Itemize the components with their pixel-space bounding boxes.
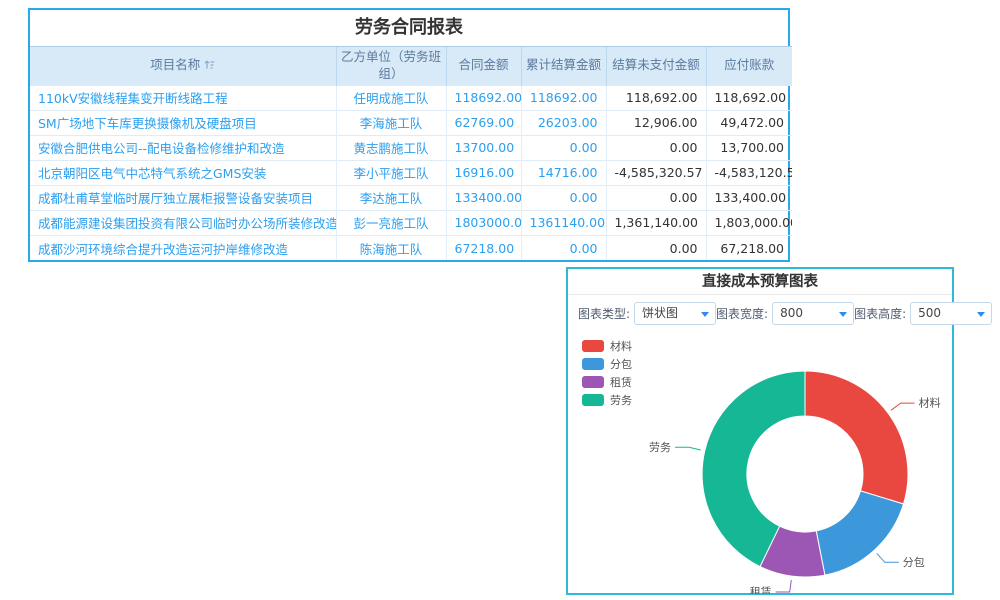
report-table: 项目名称 乙方单位（劳务班组） 合同金额 累计结算金额 结算未支付金额 应付账款… xyxy=(30,46,792,260)
team-cell: 任明成施工队 xyxy=(336,85,446,110)
column-header-contract-amount: 合同金额 xyxy=(446,47,521,86)
payable-cell: 118,692.00 xyxy=(706,85,792,110)
sort-icon[interactable] xyxy=(204,58,215,75)
table-row[interactable]: 成都杜甫草堂临时展厅独立展柜报警设备安装项目李达施工队133400.000.00… xyxy=(30,185,792,210)
team-cell: 李海施工队 xyxy=(336,110,446,135)
project-name-cell: 成都杜甫草堂临时展厅独立展柜报警设备安装项目 xyxy=(30,185,336,210)
unpaid-amount-cell: 1,361,140.00 xyxy=(606,210,706,235)
contract-amount-cell: 13700.00 xyxy=(446,135,521,160)
column-header-project[interactable]: 项目名称 xyxy=(30,47,336,86)
project-name-cell: 110kV安徽线程集变开断线路工程 xyxy=(30,85,336,110)
chevron-down-icon xyxy=(977,312,985,317)
table-row[interactable]: 安徽合肥供电公司--配电设备检修维护和改造黄志鹏施工队13700.000.000… xyxy=(30,135,792,160)
unpaid-amount-cell: 0.00 xyxy=(606,235,706,260)
pie-slice-label: 租赁 xyxy=(750,585,772,595)
unpaid-amount-cell: 0.00 xyxy=(606,135,706,160)
team-cell: 李小平施工队 xyxy=(336,160,446,185)
column-header-settled-amount: 累计结算金额 xyxy=(521,47,606,86)
pie-label-leader-line xyxy=(675,447,701,450)
settled-amount-cell: 14716.00 xyxy=(521,160,606,185)
payable-cell: 133,400.00 xyxy=(706,185,792,210)
team-cell: 黄志鹏施工队 xyxy=(336,135,446,160)
pie-label-leader-line xyxy=(877,553,899,562)
settled-amount-cell: 26203.00 xyxy=(521,110,606,135)
settled-amount-cell: 0.00 xyxy=(521,135,606,160)
table-row[interactable]: SM广场地下车库更换摄像机及硬盘项目李海施工队62769.0026203.001… xyxy=(30,110,792,135)
pie-label-leader-line xyxy=(776,580,792,592)
pie-slice-label: 劳务 xyxy=(649,441,671,454)
contract-amount-cell: 118692.00 xyxy=(446,85,521,110)
table-row[interactable]: 成都能源建设集团投资有限公司临时办公场所装修改造工程EPC彭一亮施工队18030… xyxy=(30,210,792,235)
team-cell: 李达施工队 xyxy=(336,185,446,210)
report-header-row: 项目名称 乙方单位（劳务班组） 合同金额 累计结算金额 结算未支付金额 应付账款 xyxy=(30,47,792,86)
pie-label-leader-line xyxy=(891,403,915,410)
chart-title: 直接成本预算图表 xyxy=(568,269,952,295)
project-name-cell: 北京朝阳区电气中芯特气系统之GMS安装 xyxy=(30,160,336,185)
settled-amount-cell: 0.00 xyxy=(521,235,606,260)
team-cell: 彭一亮施工队 xyxy=(336,210,446,235)
unpaid-amount-cell: 0.00 xyxy=(606,185,706,210)
project-name-cell: 成都沙河环境综合提升改造运河护岸维修改造 xyxy=(30,235,336,260)
settled-amount-cell: 1361140.00 xyxy=(521,210,606,235)
settled-amount-cell: 0.00 xyxy=(521,185,606,210)
unpaid-amount-cell: -4,585,320.57 xyxy=(606,160,706,185)
project-name-cell: 安徽合肥供电公司--配电设备检修维护和改造 xyxy=(30,135,336,160)
payable-cell: 1,803,000.00 xyxy=(706,210,792,235)
table-row[interactable]: 成都沙河环境综合提升改造运河护岸维修改造陈海施工队67218.000.000.0… xyxy=(30,235,792,260)
contract-amount-cell: 62769.00 xyxy=(446,110,521,135)
payable-cell: 67,218.00 xyxy=(706,235,792,260)
payable-cell: -4,583,120.57 xyxy=(706,160,792,185)
contract-amount-cell: 16916.00 xyxy=(446,160,521,185)
labor-contract-report-panel: 劳务合同报表 项目名称 乙方单位（劳务班组） 合同金额 累计结算金额 结算未支付… xyxy=(28,8,790,262)
table-row[interactable]: 110kV安徽线程集变开断线路工程任明成施工队118692.00118692.0… xyxy=(30,85,792,110)
direct-cost-budget-chart-panel: 直接成本预算图表 图表类型: 饼状图 图表宽度: 800 图表高度: 500 材… xyxy=(566,267,954,595)
contract-amount-cell: 133400.00 xyxy=(446,185,521,210)
table-row[interactable]: 北京朝阳区电气中芯特气系统之GMS安装李小平施工队16916.0014716.0… xyxy=(30,160,792,185)
contract-amount-cell: 67218.00 xyxy=(446,235,521,260)
project-name-cell: 成都能源建设集团投资有限公司临时办公场所装修改造工程EPC xyxy=(30,210,336,235)
team-cell: 陈海施工队 xyxy=(336,235,446,260)
payable-cell: 13,700.00 xyxy=(706,135,792,160)
pie-slice-label: 材料 xyxy=(919,396,941,410)
contract-amount-cell: 1803000.00 xyxy=(446,210,521,235)
project-name-cell: SM广场地下车库更换摄像机及硬盘项目 xyxy=(30,110,336,135)
column-header-payable: 应付账款 xyxy=(706,47,792,86)
unpaid-amount-cell: 12,906.00 xyxy=(606,110,706,135)
pie-slice-label: 分包 xyxy=(903,556,925,569)
column-header-team: 乙方单位（劳务班组） xyxy=(336,47,446,86)
pie-slice-0[interactable] xyxy=(805,371,908,504)
report-title: 劳务合同报表 xyxy=(30,10,788,46)
donut-chart: 材料分包租赁 劳务 xyxy=(568,294,952,594)
settled-amount-cell: 118692.00 xyxy=(521,85,606,110)
column-header-unpaid-amount: 结算未支付金额 xyxy=(606,47,706,86)
payable-cell: 49,472.00 xyxy=(706,110,792,135)
unpaid-amount-cell: 118,692.00 xyxy=(606,85,706,110)
column-header-label: 项目名称 xyxy=(150,57,200,72)
